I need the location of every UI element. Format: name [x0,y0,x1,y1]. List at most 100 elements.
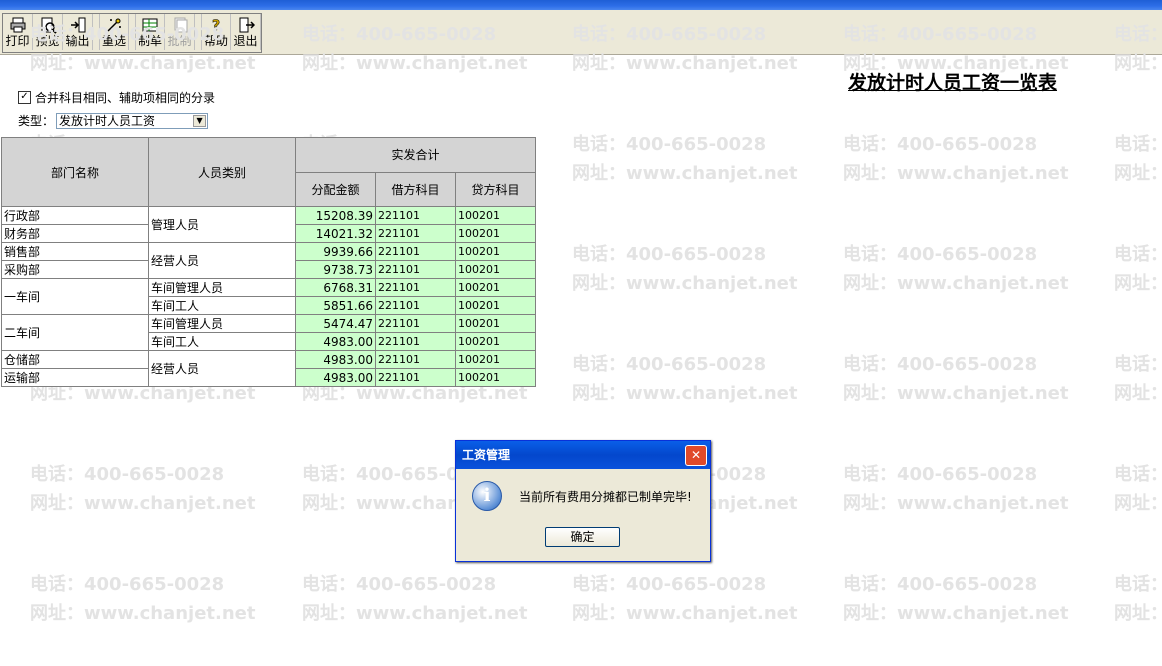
watermark-website: 网址：www.chanjet.net [843,603,1069,624]
debit-cell[interactable]: 221101 [375,368,456,387]
dept-cell: 行政部 [1,206,149,225]
watermark-phone: 电话：400-665-0028 [302,574,497,595]
header-amount: 分配金额 [295,171,376,207]
batch-voucher-icon [174,17,187,33]
window-title-strip [0,0,1162,10]
close-icon[interactable]: ✕ [685,445,707,466]
debit-cell[interactable]: 221101 [375,350,456,369]
export-button[interactable]: 输出 [63,14,93,50]
dialog-message: 当前所有费用分摊都已制单完毕! [519,490,692,504]
watermark-website: 网址：www.chanjet.net [572,163,798,184]
batch-voucher-button[interactable]: 批制 [165,14,195,50]
credit-cell[interactable]: 100201 [455,206,536,225]
exit-button[interactable]: 退出 [231,14,261,50]
table-row[interactable]: 一车间 车间管理人员 6768.31 221101 100201 [1,278,536,315]
watermark-phone: 电话： [1114,574,1162,595]
dialog-title: 工资管理 [462,448,511,462]
amount-cell[interactable]: 4983.00 [295,368,376,387]
debit-cell[interactable]: 221101 [375,224,456,243]
credit-cell[interactable]: 100201 [455,368,536,387]
watermark-phone: 电话： [1114,134,1162,155]
watermark-website: 网址： [1114,383,1162,404]
amount-cell[interactable]: 5851.66 [295,296,376,315]
help-button[interactable]: ? 帮助 [201,14,231,50]
debit-cell[interactable]: 221101 [375,314,456,333]
dialog-title-bar[interactable]: 工资管理 ✕ [456,441,710,469]
category-cell: 经营人员 [148,350,296,387]
debit-cell[interactable]: 221101 [375,260,456,279]
debit-cell[interactable]: 221101 [375,278,456,297]
type-row: 类型： 发放计时人员工资 ▼ [18,112,209,129]
watermark-phone: 电话：400-665-0028 [843,574,1038,595]
watermark-website: 网址：www.chanjet.net [843,273,1069,294]
watermark-website: 网址：www.chanjet.net [30,603,256,624]
exit-label: 退出 [233,34,258,48]
header-dept: 部门名称 [1,137,149,207]
export-icon [70,17,85,33]
category-cell: 经营人员 [148,242,296,279]
credit-cell[interactable]: 100201 [455,278,536,297]
credit-cell[interactable]: 100201 [455,224,536,243]
table-row[interactable]: 二车间 车间管理人员 5474.47 221101 100201 [1,314,536,351]
credit-cell[interactable]: 100201 [455,350,536,369]
watermark-phone: 电话：400-665-0028 [572,574,767,595]
salary-table: 部门名称 人员类别 实发合计 分配金额 借方科目 贷方科目 行政部 管理人员 1… [1,137,536,387]
category-cell: 车间管理人员 [148,278,296,297]
amount-cell[interactable]: 6768.31 [295,278,376,297]
print-button[interactable]: 打印 [3,14,33,50]
preview-icon [41,17,57,34]
watermark-website: 网址： [1114,603,1162,624]
watermark-phone: 电话： [1114,244,1162,265]
amount-cell[interactable]: 9939.66 [295,242,376,261]
watermark-phone: 电话：400-665-0028 [30,574,225,595]
watermark-website: 网址：www.chanjet.net [572,383,798,404]
watermark-website: 网址：www.chanjet.net [843,163,1069,184]
watermark-website: 网址：www.chanjet.net [843,493,1069,514]
table-row[interactable]: 行政部 管理人员 15208.39 221101 100201 [1,206,536,243]
amount-cell[interactable]: 9738.73 [295,260,376,279]
watermark-phone: 电话：400-665-0028 [30,464,225,485]
credit-cell[interactable]: 100201 [455,242,536,261]
reselect-label: 重选 [101,34,126,48]
debit-cell[interactable]: 221101 [375,242,456,261]
merge-entries-checkbox[interactable]: ✓ 合并科目相同、辅助项相同的分录 [18,89,215,106]
export-label: 输出 [65,34,90,48]
voucher-button[interactable]: 制单 [135,14,165,50]
credit-cell[interactable]: 100201 [455,332,536,351]
type-select[interactable]: 发放计时人员工资 ▼ [56,112,209,129]
header-credit: 贷方科目 [455,171,536,207]
watermark-phone: 电话：400-665-0028 [572,354,767,375]
amount-cell[interactable]: 4983.00 [295,350,376,369]
chevron-down-icon[interactable]: ▼ [193,114,207,127]
amount-cell[interactable]: 14021.32 [295,224,376,243]
svg-text:?: ? [212,18,220,34]
amount-cell[interactable]: 4983.00 [295,332,376,351]
credit-cell[interactable]: 100201 [455,296,536,315]
checkbox-box[interactable]: ✓ [18,91,31,104]
help-icon: ? [212,18,221,34]
reselect-button[interactable]: 重选 [99,14,129,50]
table-row[interactable]: 仓储部 经营人员 4983.00 221101 100201 [1,350,536,387]
debit-cell[interactable]: 221101 [375,332,456,351]
type-label: 类型： [18,114,55,128]
ok-button[interactable]: 确定 [545,527,620,547]
debit-cell[interactable]: 221101 [375,296,456,315]
watermark-website: 网址： [1114,493,1162,514]
dept-cell: 财务部 [1,224,149,243]
voucher-icon [142,18,158,32]
category-cell: 车间管理人员 [148,314,296,333]
table-header-row-1: 部门名称 人员类别 实发合计 [1,137,536,207]
amount-cell[interactable]: 15208.39 [295,206,376,225]
voucher-label: 制单 [137,34,162,48]
credit-cell[interactable]: 100201 [455,314,536,333]
header-debit: 借方科目 [375,171,456,207]
credit-cell[interactable]: 100201 [455,260,536,279]
amount-cell[interactable]: 5474.47 [295,314,376,333]
debit-cell[interactable]: 221101 [375,206,456,225]
print-label: 打印 [5,34,30,48]
table-row[interactable]: 销售部 经营人员 9939.66 221101 100201 [1,242,536,279]
info-icon: i [472,481,502,511]
preview-button[interactable]: 预览 [33,14,63,50]
watermark-website: 网址：www.chanjet.net [302,603,528,624]
watermark-website: 网址：www.chanjet.net [572,603,798,624]
